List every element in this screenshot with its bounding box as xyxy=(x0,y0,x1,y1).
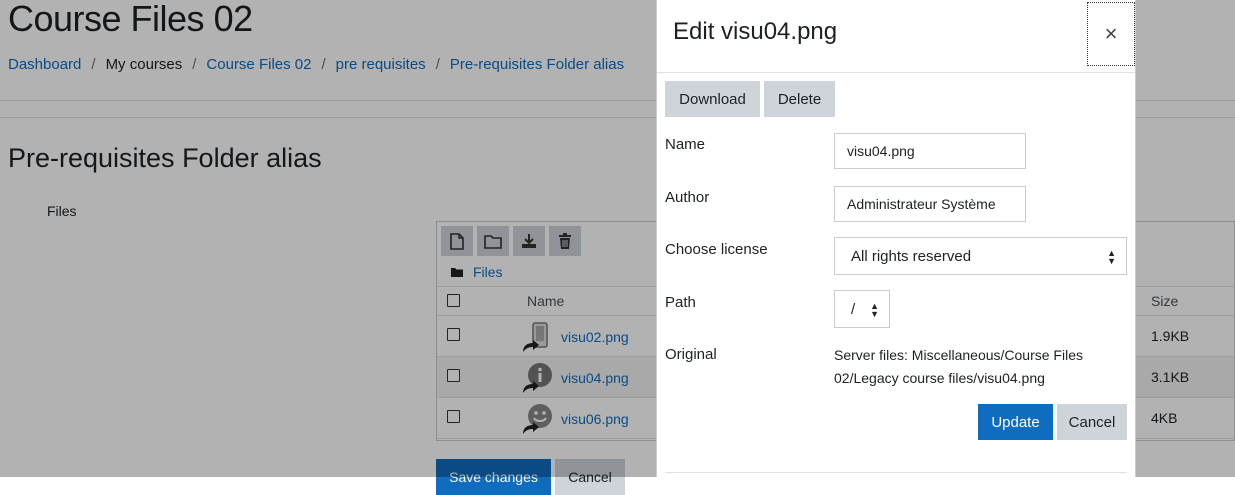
original-value: Server files: Miscellaneous/Course Files… xyxy=(834,347,1083,386)
path-selected-value: / xyxy=(851,300,856,318)
license-label: Choose license xyxy=(665,241,768,258)
edit-file-dialog: Edit visu04.png × Download Delete Name v… xyxy=(656,0,1136,477)
dialog-cancel-button[interactable]: Cancel xyxy=(1057,404,1127,440)
update-button[interactable]: Update xyxy=(978,404,1053,440)
close-button[interactable]: × xyxy=(1087,2,1135,66)
download-button[interactable]: Download xyxy=(665,81,760,117)
license-selected-value: All rights reserved xyxy=(851,247,972,265)
dialog-title: Edit visu04.png xyxy=(673,18,838,45)
original-label: Original xyxy=(665,346,717,363)
delete-button[interactable]: Delete xyxy=(764,81,835,117)
divider xyxy=(657,72,1135,73)
name-label: Name xyxy=(665,136,706,153)
path-select[interactable]: / ▲ ▼ xyxy=(834,290,890,328)
select-arrows-icon: ▲ ▼ xyxy=(870,301,879,319)
author-field[interactable]: Administrateur Système xyxy=(834,186,1026,222)
close-icon: × xyxy=(1104,21,1118,46)
divider xyxy=(665,472,1127,473)
name-field[interactable]: visu04.png xyxy=(834,133,1026,169)
author-label: Author xyxy=(665,189,710,206)
path-label: Path xyxy=(665,294,696,311)
select-arrows-icon: ▲ ▼ xyxy=(1107,248,1116,266)
license-select[interactable]: All rights reserved ▲ ▼ xyxy=(834,237,1127,275)
